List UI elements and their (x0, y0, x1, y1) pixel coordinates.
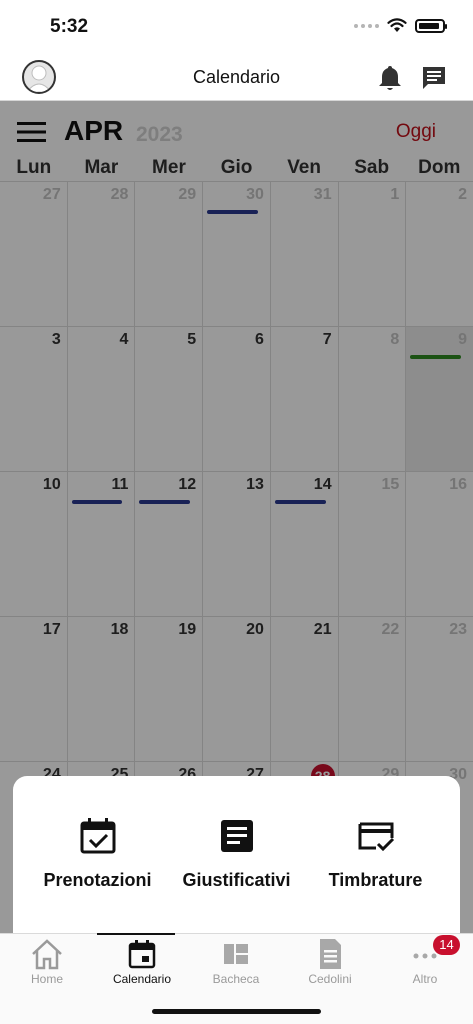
notification-badge: 14 (433, 935, 460, 955)
card-check-icon (358, 822, 394, 852)
status-bar: 5:32 (0, 0, 473, 52)
timbrature-button[interactable]: Timbrature (301, 816, 450, 891)
status-icons (354, 18, 447, 33)
battery-icon (415, 18, 447, 33)
board-icon (224, 944, 248, 964)
timbrature-label: Timbrature (328, 870, 423, 890)
calendar-icon (128, 940, 156, 969)
action-sheet: Prenotazioni Giustificativi Timbrature (13, 776, 460, 933)
chat-icon[interactable] (420, 64, 448, 92)
navigation-bar: Calendario (0, 52, 473, 101)
signal-icon (354, 23, 379, 28)
home-indicator (152, 1009, 321, 1014)
prenotazioni-label: Prenotazioni (43, 870, 152, 890)
payslip-icon (320, 939, 341, 969)
home-icon (32, 939, 62, 970)
tab-bacheca[interactable]: Bacheca (189, 934, 283, 994)
tab-calendario[interactable]: Calendario (95, 933, 189, 994)
calendar-check-icon (80, 818, 115, 854)
tab-home-label: Home (30, 972, 63, 986)
wifi-icon (387, 18, 407, 32)
status-time: 5:32 (50, 16, 89, 37)
giustificativi-button[interactable]: Giustificativi (162, 816, 311, 891)
bell-icon[interactable] (377, 64, 403, 92)
document-icon (220, 820, 253, 852)
tab-calendario-label: Calendario (112, 972, 172, 986)
tab-cedolini[interactable]: Cedolini (283, 934, 377, 994)
prenotazioni-button[interactable]: Prenotazioni (23, 816, 172, 891)
tab-bacheca-label: Bacheca (212, 972, 260, 986)
giustificativi-label: Giustificativi (182, 870, 291, 890)
tab-cedolini-label: Cedolini (308, 972, 352, 986)
tab-altro-label: Altro (412, 972, 438, 986)
tab-home[interactable]: Home (0, 934, 94, 994)
